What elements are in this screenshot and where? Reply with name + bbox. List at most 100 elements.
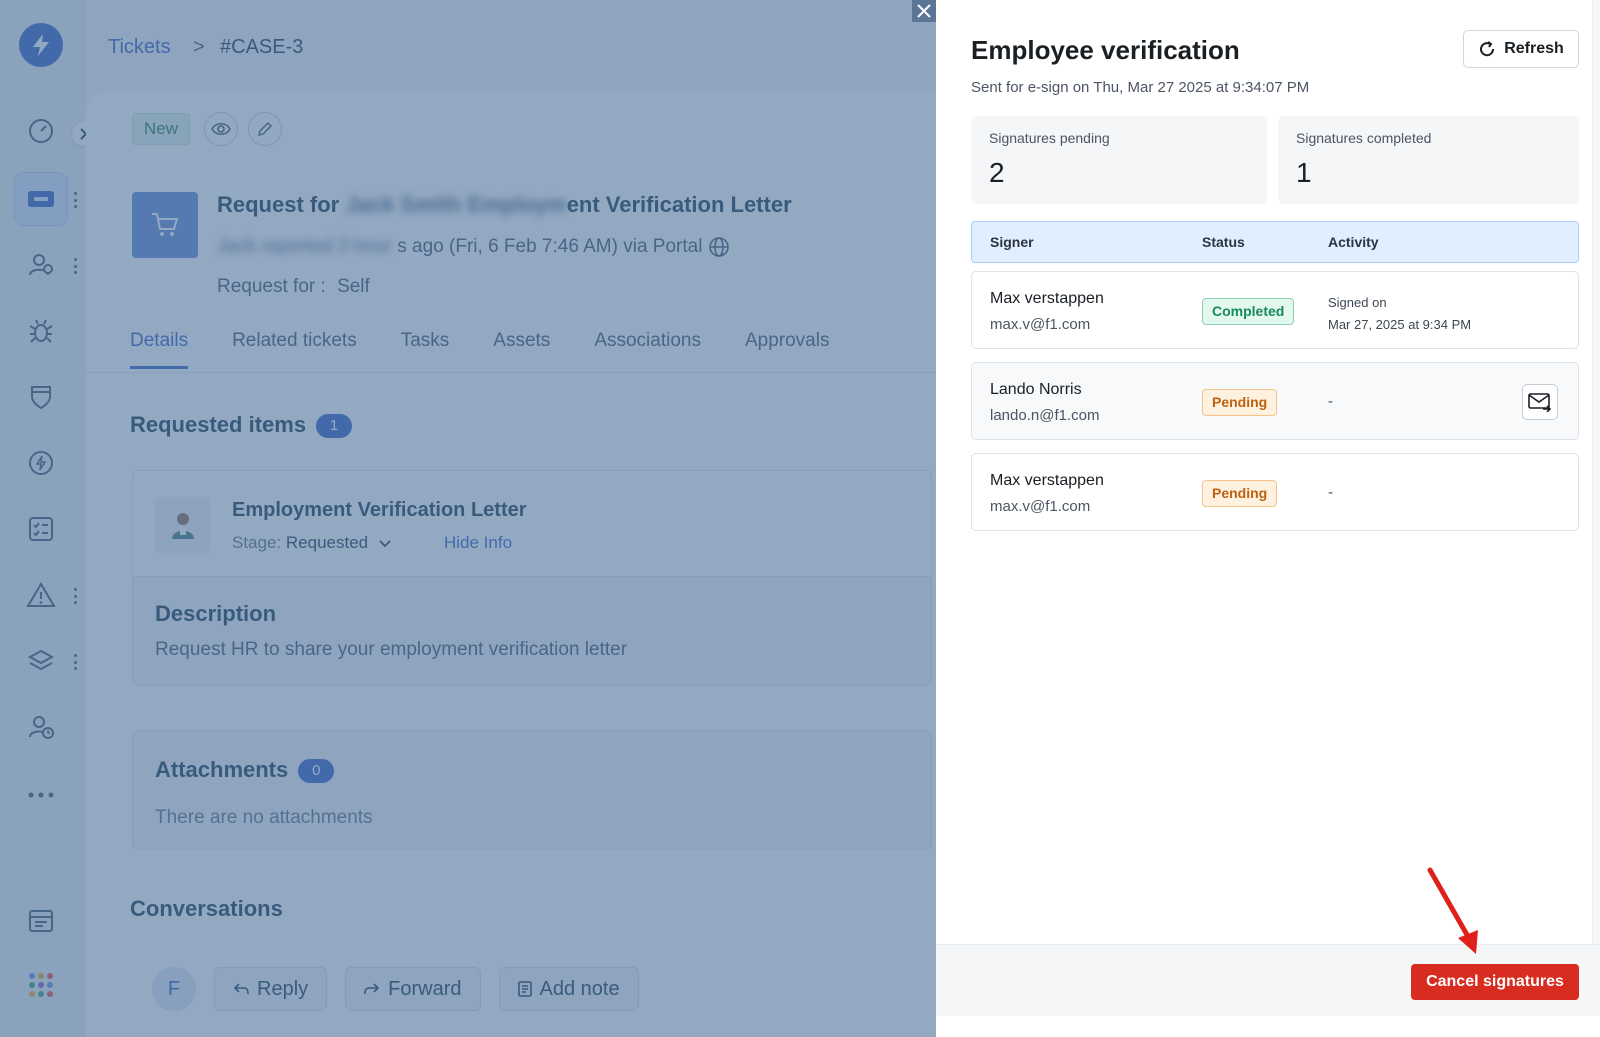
signer-email: max.v@f1.com: [990, 498, 1091, 515]
tab-details[interactable]: Details: [130, 330, 189, 369]
panel-footer: Cancel signatures: [936, 944, 1600, 1016]
description-title: Description: [155, 601, 277, 626]
cancel-signatures-button[interactable]: Cancel signatures: [1411, 964, 1579, 1000]
ticket-type-icon: [132, 192, 198, 258]
rail-tasks[interactable]: [14, 502, 68, 556]
warning-icon: [26, 582, 56, 607]
rail-tickets-menu[interactable]: [72, 192, 78, 208]
breadcrumb-separator: >: [193, 36, 205, 58]
item-name: Employment Verification Letter: [232, 499, 527, 521]
rail-alerts[interactable]: [14, 568, 68, 622]
chevron-down-icon: [379, 540, 391, 548]
attachments-heading: Attachments 0: [155, 757, 335, 784]
rail-problems[interactable]: [14, 304, 68, 358]
requested-items-heading: Requested items 1: [130, 412, 353, 439]
tab-associations[interactable]: Associations: [594, 330, 701, 369]
stat-pending-value: 2: [989, 157, 1005, 188]
stat-pending-label: Signatures pending: [989, 130, 1110, 146]
left-nav-rail: [0, 0, 96, 1037]
attachments-card: Attachments 0 There are no attachments: [132, 730, 932, 850]
pencil-icon: [257, 121, 273, 137]
col-signer: Signer: [990, 234, 1034, 250]
eye-icon: [211, 122, 231, 136]
hide-info-link[interactable]: Hide Info: [444, 533, 512, 553]
bug-icon: [29, 319, 53, 343]
mail-forward-icon: [1528, 393, 1552, 412]
refresh-label: Refresh: [1504, 40, 1564, 57]
item-stage-label: Stage:: [232, 533, 282, 552]
avatar: F: [152, 967, 196, 1011]
rail-security[interactable]: [14, 370, 68, 424]
conversations-title: Conversations: [130, 896, 283, 921]
status-badge[interactable]: New: [132, 113, 191, 145]
attachments-empty-text: There are no attachments: [155, 807, 373, 828]
tab-assets[interactable]: Assets: [493, 330, 550, 369]
globe-icon: [709, 237, 730, 257]
close-panel-button[interactable]: [912, 0, 936, 22]
rail-dashboard[interactable]: [14, 104, 68, 158]
col-activity: Activity: [1328, 234, 1379, 250]
stat-completed-label: Signatures completed: [1296, 130, 1432, 146]
watch-button[interactable]: [204, 112, 238, 146]
tab-tasks[interactable]: Tasks: [401, 330, 450, 369]
reply-button[interactable]: Reply: [214, 967, 328, 1011]
request-for: Request for : Self: [217, 276, 370, 298]
forward-button[interactable]: Forward: [345, 967, 481, 1011]
breadcrumb-tickets[interactable]: Tickets: [108, 36, 171, 59]
activity-line-1: Signed on: [1328, 295, 1387, 310]
add-note-button[interactable]: Add note: [498, 967, 639, 1011]
cart-icon: [152, 213, 179, 236]
status-badge: Completed: [1202, 298, 1295, 325]
rail-tickets[interactable]: [14, 172, 68, 226]
panel-scrollbar[interactable]: [1592, 0, 1600, 944]
panel-subtitle: Sent for e-sign on Thu, Mar 27 2025 at 9…: [971, 79, 1310, 96]
rail-contacts-menu[interactable]: [72, 258, 78, 274]
tab-approvals[interactable]: Approvals: [745, 330, 830, 369]
ticket-meta-redacted: Jack reported 3 hour: [217, 236, 392, 257]
lightning-icon: [33, 34, 49, 56]
close-icon: [917, 4, 931, 18]
signer-activity: Signed on Mar 27, 2025 at 9:34 PM: [1328, 292, 1471, 336]
reply-icon: [233, 983, 249, 995]
stat-signatures-pending: Signatures pending 2: [971, 116, 1267, 204]
tabs-divider: [86, 372, 936, 373]
layers-icon: [27, 649, 55, 671]
status-badge: Pending: [1202, 480, 1278, 507]
rail-changes[interactable]: [14, 436, 68, 490]
table-row: Max verstappen max.v@f1.com Completed Si…: [971, 271, 1579, 349]
bolt-circle-icon: [29, 451, 53, 475]
requested-item-card: Employment Verification Letter Stage: Re…: [132, 470, 932, 686]
apps-grid-icon: [29, 973, 53, 997]
rail-reports[interactable]: [14, 894, 68, 948]
signer-activity: -: [1328, 393, 1333, 410]
rail-more[interactable]: [14, 768, 68, 822]
tab-related-tickets[interactable]: Related tickets: [232, 330, 357, 369]
rail-assets[interactable]: [14, 634, 68, 688]
requested-items-count: 1: [316, 414, 353, 439]
rail-alerts-menu[interactable]: [72, 588, 78, 604]
signers-table-header: Signer Status Activity: [971, 221, 1579, 263]
shield-icon: [31, 386, 51, 410]
edit-button[interactable]: [248, 112, 282, 146]
rail-contacts[interactable]: [14, 238, 68, 292]
logo[interactable]: [19, 23, 63, 67]
more-horizontal-icon: [28, 792, 54, 798]
add-note-label: Add note: [539, 977, 620, 1000]
rail-assets-menu[interactable]: [72, 654, 78, 670]
refresh-button[interactable]: Refresh: [1463, 30, 1579, 68]
resend-email-button[interactable]: [1522, 384, 1558, 420]
stat-signatures-completed: Signatures completed 1: [1278, 116, 1579, 204]
item-stage-dropdown[interactable]: Stage: Requested: [232, 533, 391, 553]
refresh-icon: [1480, 41, 1495, 57]
checklist-icon: [29, 517, 53, 541]
signer-name: Max verstappen: [990, 290, 1104, 307]
requested-items-title: Requested items: [130, 412, 307, 437]
request-for-label: Request for :: [217, 276, 326, 297]
signer-name: Max verstappen: [990, 472, 1104, 489]
reply-label: Reply: [257, 977, 309, 1000]
rail-apps[interactable]: [14, 958, 68, 1012]
rail-agents[interactable]: [14, 700, 68, 754]
breadcrumb-current: #CASE-3: [220, 36, 304, 58]
item-stage-value: Requested: [285, 533, 369, 552]
ticket-meta: Jack reported 3 hour s ago (Fri, 6 Feb 7:…: [217, 236, 730, 258]
